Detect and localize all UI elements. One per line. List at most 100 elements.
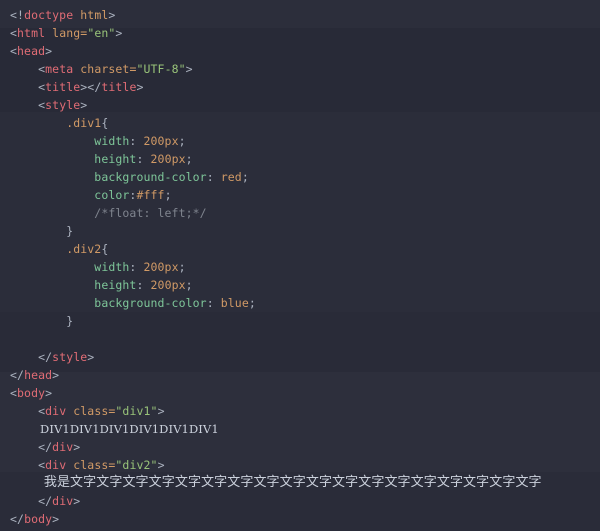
- source-code-block[interactable]: <!doctype html> <html lang="en"> <head> <m…: [0, 0, 600, 531]
- code-token-punct: <: [10, 44, 18, 58]
- code-line[interactable]: </head>: [10, 366, 600, 384]
- code-token-plain: DIV1DIV1DIV1DIV1DIV1DIV1: [40, 422, 219, 436]
- code-token-plain: 我是文字文字文字文字文字文字文字文字文字文字文字文字文字文字文字文字文字文字: [43, 475, 542, 490]
- code-token-tag: html: [17, 26, 46, 40]
- code-line[interactable]: <div class="div2">: [10, 456, 600, 474]
- code-token-tag: div: [45, 458, 67, 472]
- code-token-punct: ;: [185, 152, 193, 166]
- code-token-brace: }: [66, 314, 74, 328]
- code-token-val: 200px: [143, 260, 179, 274]
- code-token-punct: ;: [248, 296, 256, 310]
- code-token-punct: >: [157, 404, 165, 418]
- code-line[interactable]: <body>: [10, 384, 600, 402]
- code-token-punct: >: [73, 494, 81, 508]
- code-token-tag: title: [45, 80, 81, 94]
- code-token-punct: >: [136, 80, 144, 94]
- code-line[interactable]: <html lang="en">: [10, 24, 600, 42]
- code-token-tag: head: [17, 44, 46, 58]
- code-line[interactable]: color:#fff;: [10, 186, 600, 204]
- code-line[interactable]: [10, 330, 600, 348]
- code-token-punct: <: [10, 26, 18, 40]
- code-token-attr: lang: [52, 26, 81, 40]
- code-token-tag: div: [52, 494, 74, 508]
- code-token-tag: title: [101, 80, 137, 94]
- code-line[interactable]: /*float: left;*/: [10, 204, 600, 222]
- code-token-propname: background-color: [94, 296, 207, 310]
- code-line[interactable]: height: 200px;: [10, 150, 600, 168]
- code-token-val: 200px: [150, 278, 186, 292]
- code-token-punct: </: [38, 350, 53, 364]
- code-line[interactable]: background-color: red;: [10, 168, 600, 186]
- code-token-brace: }: [66, 224, 74, 238]
- code-line[interactable]: width: 200px;: [10, 258, 600, 276]
- code-line[interactable]: }: [10, 222, 600, 240]
- code-token-comment: /*float: left;*/: [94, 206, 207, 220]
- code-line[interactable]: 我是文字文字文字文字文字文字文字文字文字文字文字文字文字文字文字文字文字文字: [10, 474, 600, 492]
- code-line[interactable]: </div>: [10, 438, 600, 456]
- code-token-str: "en": [87, 26, 116, 40]
- code-token-punct: ;: [178, 260, 186, 274]
- code-token-attr: class: [73, 458, 109, 472]
- code-line[interactable]: <div class="div1">: [10, 402, 600, 420]
- code-token-punct: </: [38, 440, 53, 454]
- code-token-tag: div: [52, 440, 74, 454]
- code-line[interactable]: </style>: [10, 348, 600, 366]
- code-token-propname: color: [94, 188, 130, 202]
- code-token-punct: >: [45, 386, 53, 400]
- code-token-punct: >: [108, 8, 116, 22]
- code-token-brace: {: [101, 116, 109, 130]
- code-line[interactable]: .div1{: [10, 114, 600, 132]
- code-line[interactable]: <!doctype html>: [10, 6, 600, 24]
- code-line[interactable]: <head>: [10, 42, 600, 60]
- code-line[interactable]: </body>: [10, 510, 600, 528]
- code-line[interactable]: .div2{: [10, 240, 600, 258]
- code-token-brace: {: [101, 242, 109, 256]
- code-line[interactable]: height: 200px;: [10, 276, 600, 294]
- code-token-val: blue: [220, 296, 249, 310]
- code-line[interactable]: <meta charset="UTF-8">: [10, 60, 600, 78]
- code-line[interactable]: DIV1DIV1DIV1DIV1DIV1DIV1: [10, 420, 600, 438]
- code-editor-view[interactable]: <!doctype html> <html lang="en"> <head> <m…: [0, 0, 600, 531]
- code-line[interactable]: <title></title>: [10, 78, 600, 96]
- code-token-propname: height: [94, 152, 137, 166]
- code-token-punct: :: [136, 278, 151, 292]
- code-line[interactable]: }: [10, 312, 600, 330]
- code-token-val: 200px: [143, 134, 179, 148]
- code-token-punct: >: [45, 44, 53, 58]
- code-token-punct: >: [73, 440, 81, 454]
- code-line[interactable]: width: 200px;: [10, 132, 600, 150]
- code-line[interactable]: background-color: blue;: [10, 294, 600, 312]
- code-token-punct: ;: [241, 170, 249, 184]
- code-line[interactable]: </div>: [10, 492, 600, 510]
- code-token-punct: ;: [178, 134, 186, 148]
- code-token-punct: >: [115, 26, 123, 40]
- code-token-tag: body: [17, 386, 46, 400]
- code-token-punct: ></: [80, 80, 102, 94]
- code-token-tag: meta: [45, 62, 74, 76]
- code-line[interactable]: <style>: [10, 96, 600, 114]
- code-token-attr: class: [73, 404, 109, 418]
- code-token-punct: ;: [164, 188, 172, 202]
- code-token-punct: :: [206, 296, 221, 310]
- code-token-val: red: [220, 170, 242, 184]
- code-token-punct: >: [52, 512, 60, 526]
- code-token-sel: .div1: [66, 116, 102, 130]
- code-token-punct: >: [157, 458, 165, 472]
- code-token-tag: body: [24, 512, 53, 526]
- code-token-punct: </: [10, 368, 25, 382]
